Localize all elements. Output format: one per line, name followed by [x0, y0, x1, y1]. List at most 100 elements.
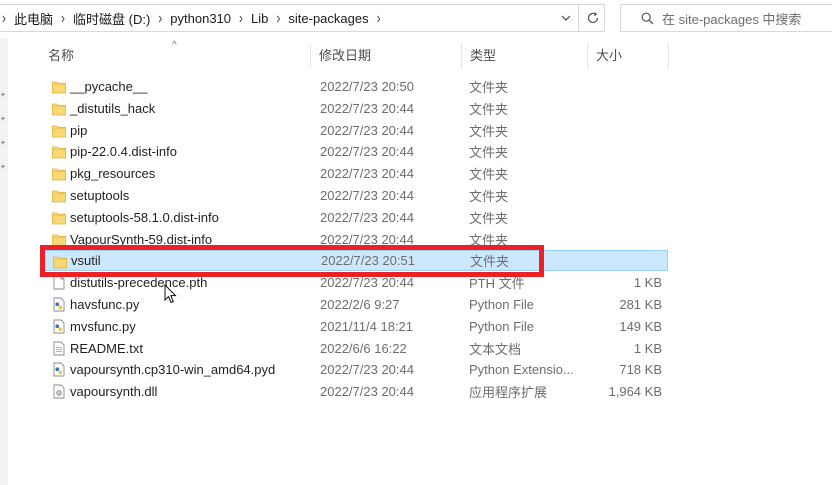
column-header-name[interactable]: 名称 [40, 42, 310, 70]
file-date: 2022/7/23 20:44 [320, 209, 414, 225]
file-date: 2022/7/23 20:44 [320, 275, 414, 291]
refresh-icon [587, 12, 598, 24]
file-row[interactable]: setuptools 2022/7/23 20:44 文件夹 [42, 185, 668, 206]
file-date: 2022/7/23 20:44 [320, 188, 414, 203]
file-name: setuptools-58.1.0.dist-info [70, 209, 219, 225]
folder-icon [52, 123, 66, 138]
file-row[interactable]: vapoursynth.dll 2022/7/23 20:44 应用程序扩展 1,96… [42, 381, 668, 402]
file-date: 2022/7/23 20:44 [320, 362, 414, 378]
file-type: 文件夹 [469, 101, 509, 117]
file-row[interactable]: pip-22.0.4.dist-info 2022/7/23 20:44 文件夹 [42, 141, 668, 162]
chevron-down-icon [561, 15, 571, 21]
address-history-dropdown[interactable] [555, 4, 577, 32]
vertical-scrollbar[interactable] [822, 38, 832, 485]
file-name: vsutil [71, 253, 101, 269]
dll-file-icon [52, 384, 66, 399]
folder-icon [53, 254, 67, 269]
file-row[interactable]: setuptools-58.1.0.dist-info 2022/7/23 20:… [42, 207, 668, 228]
pin-icon: ✦ [0, 140, 6, 147]
file-size: 718 KB [619, 362, 662, 378]
breadcrumb-root-separator[interactable]: › [0, 5, 8, 31]
file-date: 2022/7/23 20:44 [320, 122, 414, 138]
chevron-right-icon[interactable]: › [375, 9, 383, 27]
file-type: 文本文档 [469, 341, 522, 357]
file-type: 文件夹 [469, 167, 509, 183]
file-name: README.txt [70, 340, 143, 356]
file-type: 文件夹 [469, 80, 509, 95]
address-bar[interactable]: › 此电脑 › 临时磁盘 (D:) › python310 › Lib › si… [0, 4, 605, 32]
search-placeholder: 在 site-packages 中搜索 [662, 11, 802, 27]
file-row[interactable]: README.txt 2022/6/6 16:22 文本文档 1 KB [42, 338, 668, 359]
file-type: Python File [469, 318, 535, 334]
chevron-right-icon: › [2, 8, 6, 28]
file-row[interactable]: havsfunc.py 2022/2/6 9:27 Python File 281 K… [42, 294, 668, 315]
folder-icon [52, 166, 66, 181]
breadcrumb-label: 临时磁盘 (D:) [73, 11, 151, 27]
file-size: 149 KB [619, 318, 662, 334]
file-type: 文件夹 [469, 145, 509, 161]
folder-icon [52, 232, 66, 247]
file-name: distutils-precedence.pth [70, 275, 208, 291]
breadcrumb-item-drive-d[interactable]: 临时磁盘 (D:) [67, 5, 156, 31]
breadcrumb-item-site-packages[interactable]: site-packages [282, 5, 374, 31]
file-name: pip [70, 122, 88, 138]
file-name: _distutils_hack [70, 100, 156, 116]
file-type: 文件夹 [469, 123, 509, 139]
file-row-selected[interactable]: vsutil 2022/7/23 20:51 文件夹 [42, 250, 668, 272]
file-name: mvsfunc.py [70, 318, 136, 334]
python-file-icon [52, 297, 66, 312]
file-size: 281 KB [619, 297, 662, 312]
breadcrumb-label: python310 [170, 10, 232, 26]
folder-icon [52, 79, 66, 94]
pin-icon: ✦ [0, 164, 6, 171]
breadcrumb-label: Lib [251, 10, 269, 26]
folder-icon [52, 101, 66, 116]
file-row[interactable]: _distutils_hack 2022/7/23 20:44 文件夹 [42, 98, 668, 119]
folder-icon [52, 144, 66, 159]
column-header-type[interactable]: 类型 [462, 42, 587, 70]
file-date: 2022/6/6 16:22 [320, 340, 407, 356]
file-date: 2022/2/6 9:27 [320, 297, 400, 312]
file-type: 文件夹 [469, 210, 509, 226]
file-name: __pycache__ [70, 79, 148, 94]
file-row[interactable]: pkg_resources 2022/7/23 20:44 文件夹 [42, 163, 668, 184]
file-date: 2022/7/23 20:50 [320, 79, 414, 94]
breadcrumb-item-python310[interactable]: python310 [164, 5, 237, 31]
chevron-right-icon[interactable]: › [59, 9, 67, 27]
file-size: 1 KB [633, 275, 662, 291]
chevron-right-icon[interactable]: › [156, 9, 164, 27]
python-file-icon [52, 319, 66, 334]
file-name: pip-22.0.4.dist-info [70, 144, 177, 160]
file-row[interactable]: vapoursynth.cp310-win_amd64.pyd 2022/7/23… [42, 359, 668, 380]
file-row[interactable]: distutils-precedence.pth 2022/7/23 20:44 P… [42, 272, 668, 293]
python-file-icon [52, 362, 66, 377]
chevron-right-icon[interactable]: › [274, 9, 282, 27]
file-date: 2022/7/23 20:44 [320, 384, 414, 400]
navigation-pane[interactable]: ✦ ✦ ✦ ✦ [0, 38, 8, 485]
folder-icon [52, 188, 66, 203]
breadcrumb-item-lib[interactable]: Lib [245, 5, 274, 31]
file-row[interactable]: __pycache__ 2022/7/23 20:50 文件夹 [42, 76, 668, 97]
file-type: 文件夹 [469, 189, 509, 204]
file-name: vapoursynth.dll [70, 384, 158, 400]
column-header-size[interactable]: 大小 [588, 42, 668, 70]
chevron-right-icon[interactable]: › [237, 9, 245, 27]
file-date: 2022/7/23 20:44 [320, 100, 414, 116]
file-type: Python File [469, 297, 535, 312]
file-name: pkg_resources [70, 166, 156, 182]
breadcrumb-label: site-packages [288, 10, 369, 26]
file-row[interactable]: VapourSynth-59.dist-info 2022/7/23 20:44 文… [42, 229, 668, 250]
file-row[interactable]: mvsfunc.py 2021/11/4 18:21 Python File 149 … [42, 316, 668, 337]
file-type: Python Extensio... [469, 362, 574, 378]
file-row[interactable]: pip 2022/7/23 20:44 文件夹 [42, 120, 668, 141]
breadcrumb-item-this-pc[interactable]: 此电脑 [8, 5, 59, 31]
column-divider[interactable] [668, 44, 669, 68]
file-type: 文件夹 [470, 254, 510, 270]
file-name: VapourSynth-59.dist-info [70, 231, 213, 247]
search-icon [641, 12, 654, 24]
search-box[interactable]: 在 site-packages 中搜索 [620, 4, 832, 32]
refresh-button[interactable] [578, 4, 606, 32]
column-header-date[interactable]: 修改日期 [311, 42, 461, 70]
file-name: setuptools [70, 188, 130, 203]
file-date: 2021/11/4 18:21 [320, 318, 414, 334]
